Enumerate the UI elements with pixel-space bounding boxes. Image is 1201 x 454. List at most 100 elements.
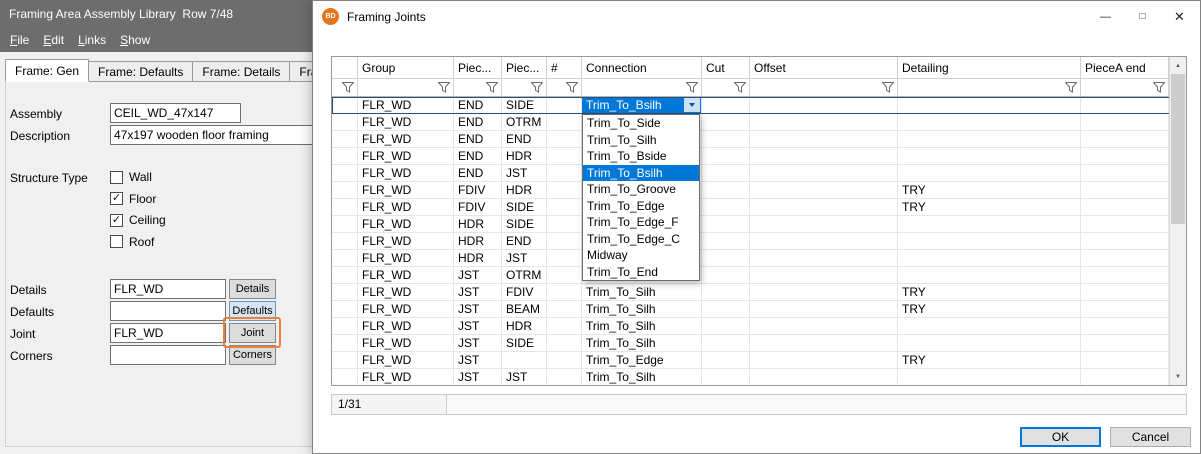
dropdown-item[interactable]: Trim_To_Bsilh (583, 165, 699, 182)
field-joint[interactable] (110, 323, 226, 343)
cell-detailing (898, 97, 1081, 114)
filter-cell-num[interactable] (547, 79, 582, 96)
filter-funnel-icon[interactable] (486, 82, 498, 93)
filter-cell-offset[interactable] (750, 79, 898, 96)
button-corners[interactable]: Corners (229, 345, 276, 365)
cell-num (547, 301, 582, 318)
cell-pieceb: JST (454, 335, 502, 352)
filter-funnel-icon[interactable] (566, 82, 578, 93)
filter-cell-selector[interactable] (332, 79, 358, 96)
close-button[interactable]: ✕ (1161, 1, 1198, 32)
column-header-cut[interactable]: Cut (702, 57, 750, 78)
table-row[interactable]: FLR_WDJSTSIDETrim_To_Silh (332, 335, 1186, 352)
menu-item-links[interactable]: Links (71, 33, 113, 47)
table-row[interactable]: FLR_WDENDHDR (332, 148, 1186, 165)
checkbox-floor[interactable]: ✓ (110, 192, 123, 205)
table-row[interactable]: FLR_WDENDJST (332, 165, 1186, 182)
column-header-selector[interactable] (332, 57, 358, 78)
vertical-scrollbar[interactable]: ▲ ▼ (1169, 57, 1186, 385)
table-row[interactable]: FLR_WDJSTBEAMTrim_To_SilhTRY (332, 301, 1186, 318)
minimize-button[interactable]: — (1087, 1, 1124, 32)
filter-cell-pieceb[interactable] (454, 79, 502, 96)
dropdown-item[interactable]: Midway (583, 247, 699, 264)
column-header-offset[interactable]: Offset (750, 57, 898, 78)
scroll-up-icon[interactable]: ▲ (1170, 57, 1186, 74)
column-header-num[interactable]: # (547, 57, 582, 78)
cell-num (547, 148, 582, 165)
dropdown-item[interactable]: Trim_To_Silh (583, 132, 699, 149)
menu-item-edit[interactable]: Edit (36, 33, 71, 47)
combobox-dropdown-button[interactable] (683, 98, 700, 112)
dropdown-item[interactable]: Trim_To_Bside (583, 148, 699, 165)
table-row[interactable]: FLR_WDJSTTrim_To_EdgeTRY (332, 352, 1186, 369)
column-header-pieceb[interactable]: Piec... (454, 57, 502, 78)
field-details[interactable] (110, 279, 226, 299)
scroll-down-icon[interactable]: ▼ (1170, 368, 1186, 385)
ok-button[interactable]: OK (1020, 427, 1101, 447)
cancel-button[interactable]: Cancel (1110, 427, 1191, 447)
table-row[interactable]: FLR_WDENDSIDETrim_To_Bsilh (332, 97, 1186, 114)
cell-offset (750, 352, 898, 369)
dropdown-item[interactable]: Trim_To_Edge_C (583, 231, 699, 248)
description-field[interactable] (110, 125, 322, 145)
filter-cell-group[interactable] (358, 79, 454, 96)
checkbox-ceiling[interactable]: ✓ (110, 214, 123, 227)
table-row[interactable]: FLR_WDJSTJSTTrim_To_Silh (332, 369, 1186, 386)
column-header-detailing[interactable]: Detailing (898, 57, 1081, 78)
checkbox-roof[interactable] (110, 235, 123, 248)
menu-item-show[interactable]: Show (113, 33, 157, 47)
tab-frame-defaults[interactable]: Frame: Defaults (89, 61, 193, 82)
table-row[interactable]: FLR_WDJSTOTRM (332, 267, 1186, 284)
field-defaults[interactable] (110, 301, 226, 321)
dropdown-item[interactable]: Trim_To_Edge (583, 198, 699, 215)
maximize-button[interactable]: □ (1124, 1, 1161, 32)
filter-cell-cut[interactable] (702, 79, 750, 96)
table-row[interactable]: FLR_WDHDRSIDE (332, 216, 1186, 233)
table-row[interactable]: FLR_WDFDIVSIDETRY (332, 199, 1186, 216)
cell-selector (332, 352, 358, 369)
cell-selector (332, 335, 358, 352)
dropdown-item[interactable]: Trim_To_Groove (583, 181, 699, 198)
dropdown-item[interactable]: Trim_To_Edge_F (583, 214, 699, 231)
menu-item-file[interactable]: File (3, 33, 36, 47)
table-row[interactable]: FLR_WDJSTFDIVTrim_To_SilhTRY (332, 284, 1186, 301)
filter-cell-detailing[interactable] (898, 79, 1081, 96)
filter-funnel-icon[interactable] (1153, 82, 1165, 93)
tab-frame-details[interactable]: Frame: Details (193, 61, 290, 82)
column-header-piecea[interactable]: Piec... (502, 57, 547, 78)
cell-detailing (898, 114, 1081, 131)
tab-frame-gen[interactable]: Frame: Gen (5, 59, 89, 82)
column-header-connection[interactable]: Connection (582, 57, 702, 78)
filter-funnel-icon[interactable] (342, 82, 354, 93)
dropdown-item[interactable]: Trim_To_End (583, 264, 699, 281)
table-row[interactable]: FLR_WDENDOTRM (332, 114, 1186, 131)
filter-funnel-icon[interactable] (1065, 82, 1077, 93)
cell-offset (750, 131, 898, 148)
table-row[interactable]: FLR_WDENDEND (332, 131, 1186, 148)
filter-cell-piecea[interactable] (502, 79, 547, 96)
column-header-piecea-end[interactable]: PieceA end (1081, 57, 1169, 78)
filter-cell-piecea-end[interactable] (1081, 79, 1169, 96)
cell-piecea-end (1081, 369, 1169, 386)
filter-funnel-icon[interactable] (686, 82, 698, 93)
cell-pieceb: END (454, 131, 502, 148)
scrollbar-thumb[interactable] (1171, 74, 1185, 224)
table-row[interactable]: FLR_WDJSTHDRTrim_To_Silh (332, 318, 1186, 335)
dropdown-item[interactable]: Trim_To_Side (583, 115, 699, 132)
filter-funnel-icon[interactable] (734, 82, 746, 93)
column-header-group[interactable]: Group (358, 57, 454, 78)
filter-funnel-icon[interactable] (882, 82, 894, 93)
filter-funnel-icon[interactable] (531, 82, 543, 93)
table-row[interactable]: FLR_WDFDIVHDRTRY (332, 182, 1186, 199)
filter-funnel-icon[interactable] (438, 82, 450, 93)
cell-piecea-end (1081, 250, 1169, 267)
button-details[interactable]: Details (229, 279, 276, 299)
table-row[interactable]: FLR_WDHDRJST (332, 250, 1186, 267)
field-corners[interactable] (110, 345, 226, 365)
horizontal-scrollbar[interactable] (447, 394, 1187, 415)
connection-combobox[interactable]: Trim_To_Bsilh (582, 97, 701, 113)
table-row[interactable]: FLR_WDHDREND (332, 233, 1186, 250)
checkbox-wall[interactable] (110, 171, 123, 184)
assembly-field[interactable] (110, 103, 241, 123)
filter-cell-connection[interactable] (582, 79, 702, 96)
